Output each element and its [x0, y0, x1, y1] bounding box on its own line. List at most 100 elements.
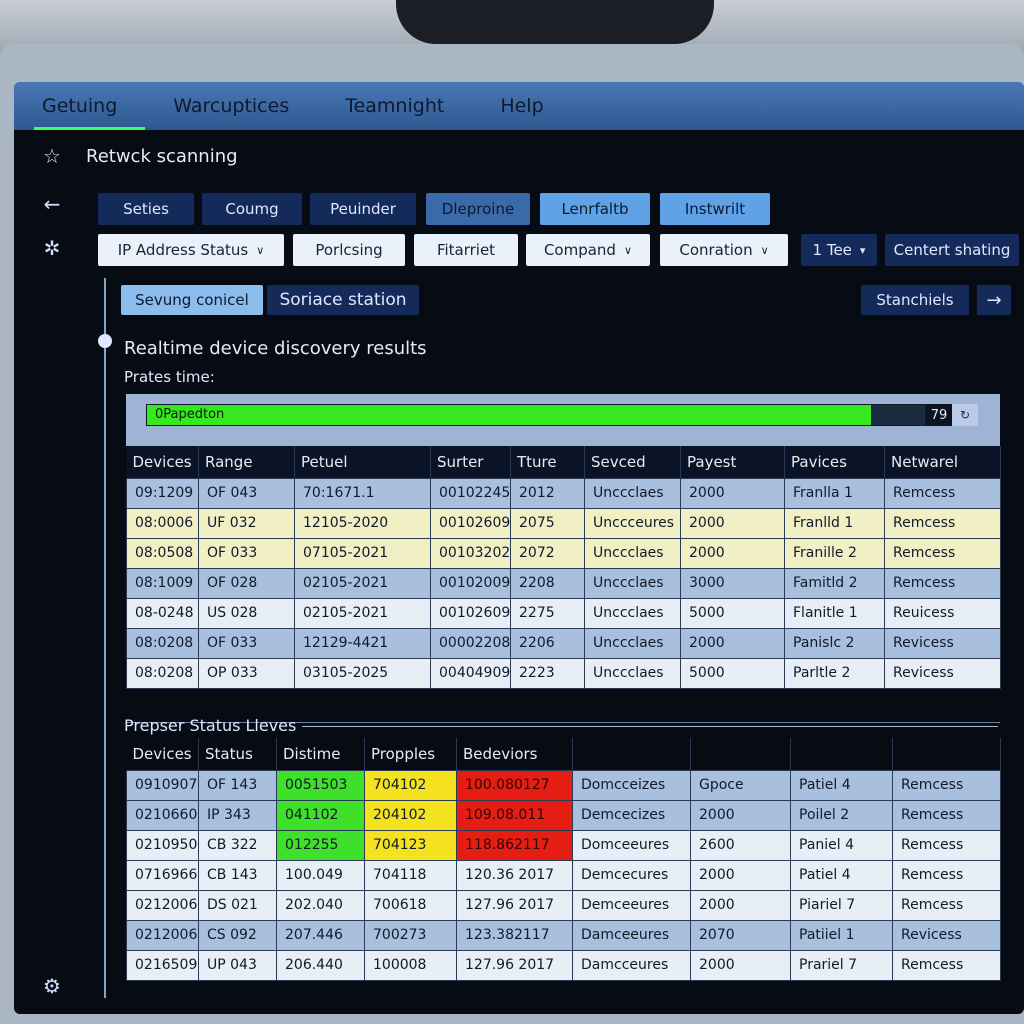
- menu-bar: Getuing Warcuptices Teamnight Help: [14, 82, 1024, 130]
- column-header[interactable]: [790, 738, 893, 770]
- table-row[interactable]: 0716966 CB 143 100.049 704118 120.36 2017 Dem…: [126, 859, 1001, 891]
- section-title: Realtime device discovery results: [124, 338, 427, 359]
- star-icon[interactable]: ☆: [40, 144, 64, 168]
- table-row[interactable]: 08:0508 OF 033 07105-2021 00103202 2072 Unccc…: [126, 537, 1001, 569]
- table-cell: 2206: [510, 627, 585, 659]
- table-cell: Panislc 2: [784, 627, 885, 659]
- table-row[interactable]: 0212006 CS 092 207.446 700273 123.382117 Damc…: [126, 919, 1001, 951]
- stanchiels-button[interactable]: Stanchiels: [861, 285, 969, 315]
- dleproine-button[interactable]: Dleproine: [426, 193, 530, 225]
- column-header[interactable]: Surter: [430, 446, 511, 478]
- tee-dropdown[interactable]: 1 Tee ▾: [801, 234, 877, 266]
- compand-dropdown[interactable]: Compand ∨: [526, 234, 650, 266]
- column-header[interactable]: Devices: [126, 738, 199, 770]
- seties-button[interactable]: Seties: [98, 193, 194, 225]
- table-row[interactable]: 08-0248 US 028 02105-2021 00102609 2275 Unccc…: [126, 597, 1001, 629]
- table-row[interactable]: 08:0208 OP 033 03105-2025 00404909 2223 Unccc…: [126, 657, 1001, 689]
- table-cell: Unccclaes: [584, 537, 681, 569]
- table-cell: Unccclaes: [584, 627, 681, 659]
- lenrfaltb-button[interactable]: Lenrfaltb: [540, 193, 650, 225]
- table-cell: 127.96 2017: [456, 889, 573, 921]
- porlcsing-button[interactable]: Porlcsing: [293, 234, 405, 266]
- table-cell: 123.382117: [456, 919, 573, 951]
- table-cell: 0716966: [126, 859, 199, 891]
- table-cell: Gpoce: [690, 769, 791, 801]
- table-cell: 0212006: [126, 889, 199, 921]
- soriace-station-button[interactable]: Soriace station: [267, 285, 419, 315]
- arrow-right-icon[interactable]: →: [977, 285, 1011, 315]
- column-header[interactable]: Devices: [126, 446, 199, 478]
- table-cell: 118.862117: [456, 829, 573, 861]
- column-header[interactable]: [690, 738, 791, 770]
- settings-gear-icon[interactable]: ⚙: [40, 974, 64, 998]
- table-row[interactable]: 0210660 IP 343 041102 204102 109.08.011 Demce…: [126, 799, 1001, 831]
- fitarriet-button[interactable]: Fitarriet: [414, 234, 518, 266]
- table-cell: Piariel 7: [790, 889, 893, 921]
- table-cell: 08:0508: [126, 537, 199, 569]
- table-cell: 2208: [510, 567, 585, 599]
- table-cell: 2000: [680, 537, 785, 569]
- settings-gear-icon[interactable]: ✲: [40, 236, 64, 260]
- table-row[interactable]: 0210950 CB 322 012255 704123 118.862117 Domce…: [126, 829, 1001, 861]
- column-header[interactable]: Pavices: [784, 446, 885, 478]
- instwrilt-button[interactable]: Instwrilt: [660, 193, 770, 225]
- table-cell: CB 143: [198, 859, 277, 891]
- table-cell: Remcess: [884, 567, 1001, 599]
- conration-dropdown[interactable]: Conration ∨: [660, 234, 788, 266]
- table-row[interactable]: 0910907 OF 143 0051503 704102 100.080127 Domc…: [126, 769, 1001, 801]
- table-cell: Franlla 1: [784, 477, 885, 509]
- column-header[interactable]: Propples: [364, 738, 457, 770]
- section-title: Prepser Status Lleves: [124, 716, 297, 735]
- table-row[interactable]: 09:1209 OF 043 70:1671.1 00102245 2012 Uncccl…: [126, 477, 1001, 509]
- table-header: Devices Status Distime Propples Bedeviors: [126, 738, 1001, 770]
- table-cell: 100008: [364, 949, 457, 981]
- column-header[interactable]: Bedeviors: [456, 738, 573, 770]
- table-cell: 700618: [364, 889, 457, 921]
- column-header[interactable]: Sevced: [584, 446, 681, 478]
- column-header[interactable]: Range: [198, 446, 295, 478]
- table-cell: Demceeures: [572, 889, 691, 921]
- table-row[interactable]: 0216509 UP 043 206.440 100008 127.96 2017 Dam…: [126, 949, 1001, 981]
- table-cell: OF 028: [198, 567, 295, 599]
- column-header[interactable]: Petuel: [294, 446, 431, 478]
- refresh-icon[interactable]: ↻: [952, 404, 978, 426]
- table-cell: 70:1671.1: [294, 477, 431, 509]
- table-cell: 2000: [690, 949, 791, 981]
- table-cell: Franlld 1: [784, 507, 885, 539]
- table-cell: OP 033: [198, 657, 295, 689]
- table-cell: IP 343: [198, 799, 277, 831]
- centert-shating-button[interactable]: Centert shating: [885, 234, 1019, 266]
- table-row[interactable]: 08:0208 OF 033 12129-4421 00002208 2206 Unccc…: [126, 627, 1001, 659]
- table-row[interactable]: 08:0006 UF 032 12105-2020 00102609 2075 Unccc…: [126, 507, 1001, 539]
- menu-warcuptices[interactable]: Warcuptices: [145, 82, 317, 130]
- column-header[interactable]: Distime: [276, 738, 365, 770]
- table-cell: Prariel 7: [790, 949, 893, 981]
- column-header[interactable]: [572, 738, 691, 770]
- table-cell: 0210950: [126, 829, 199, 861]
- menu-teamnight[interactable]: Teamnight: [317, 82, 472, 130]
- menu-getuing[interactable]: Getuing: [14, 82, 146, 130]
- table-cell: 041102: [276, 799, 365, 831]
- column-header[interactable]: Payest: [680, 446, 785, 478]
- table-cell: Unccceures: [584, 507, 681, 539]
- table-cell: 2075: [510, 507, 585, 539]
- column-header[interactable]: Status: [198, 738, 277, 770]
- table-cell: 704118: [364, 859, 457, 891]
- menu-help[interactable]: Help: [472, 82, 571, 130]
- column-header[interactable]: Netwarel: [884, 446, 1001, 478]
- table-row[interactable]: 0212006 DS 021 202.040 700618 127.96 2017 Dem…: [126, 889, 1001, 921]
- table-cell: 2000: [680, 477, 785, 509]
- coumg-button[interactable]: Coumg: [202, 193, 302, 225]
- back-arrow-icon[interactable]: ←: [40, 192, 64, 216]
- ip-address-status-dropdown[interactable]: IP Address Status ∨: [98, 234, 284, 266]
- table-cell: Revicess: [884, 627, 1001, 659]
- table-header: Devices Range Petuel Surter Tture Sevced Payes…: [126, 446, 1001, 478]
- column-header[interactable]: Tture: [510, 446, 585, 478]
- peuinder-button[interactable]: Peuinder: [310, 193, 416, 225]
- table-cell: 704123: [364, 829, 457, 861]
- table-row[interactable]: 08:1009 OF 028 02105-2021 00102009 2208 Unccc…: [126, 567, 1001, 599]
- table-cell: 2072: [510, 537, 585, 569]
- column-header[interactable]: [892, 738, 1001, 770]
- table-cell: 00102009: [430, 567, 511, 599]
- sevung-conicel-button[interactable]: Sevung conicel: [121, 285, 263, 315]
